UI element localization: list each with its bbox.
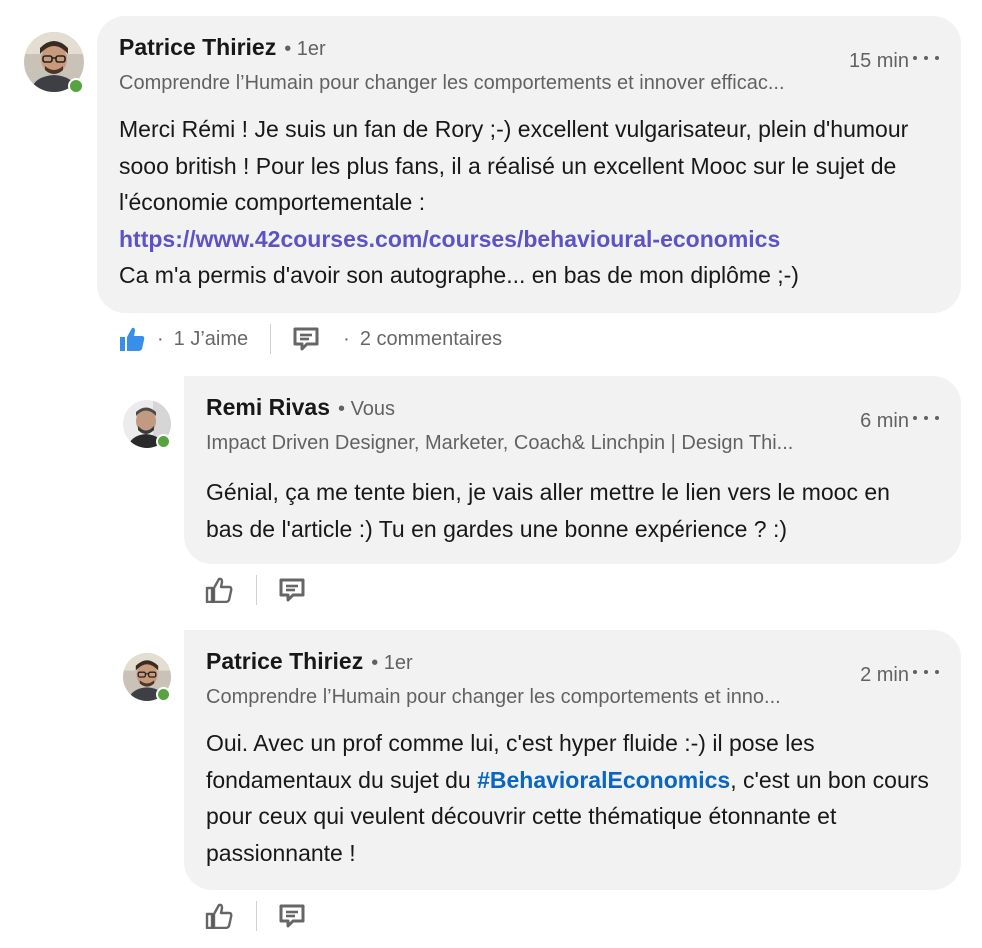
online-status-dot — [156, 434, 171, 449]
comment-text-outro: Ca m'a permis d'avoir son autographe... … — [119, 262, 799, 288]
more-options-icon[interactable] — [913, 408, 939, 428]
comment-icon[interactable] — [291, 324, 321, 354]
more-options-icon[interactable] — [913, 662, 939, 682]
comment-icon[interactable] — [277, 901, 307, 931]
comment-text: Génial, ça me tente bien, je vais aller … — [206, 479, 890, 542]
thumbs-up-filled-icon[interactable] — [117, 324, 147, 354]
comment-bubble: Remi Rivas • Vous Impact Driven Designer… — [184, 376, 961, 564]
divider — [256, 901, 257, 931]
online-status-dot — [68, 78, 84, 94]
author-line: Remi Rivas • Vous — [206, 394, 395, 421]
thumbs-up-outline-icon[interactable] — [204, 575, 234, 605]
comment-header: Remi Rivas • Vous Impact Driven Designer… — [206, 394, 939, 458]
comment-timestamp: 15 min — [848, 50, 909, 72]
comment-bubble: Patrice Thiriez • 1er Comprendre l’Humai… — [184, 630, 961, 890]
author-name[interactable]: Patrice Thiriez — [206, 648, 363, 675]
divider — [256, 575, 257, 605]
separator-dot: · — [343, 327, 350, 350]
comment-timestamp: 6 min — [860, 410, 909, 432]
thumbs-up-outline-icon[interactable] — [204, 901, 234, 931]
comment-count[interactable]: 2 commentaires — [360, 328, 502, 351]
course-link[interactable]: https://www.42courses.com/courses/behavi… — [119, 226, 780, 252]
separator-dot: · — [157, 327, 164, 350]
comment-actions — [204, 570, 307, 610]
connection-degree: • 1er — [284, 38, 326, 60]
comment-actions: · 1 J’aime · 2 commentaires — [117, 319, 502, 359]
author-headline: Comprendre l’Humain pour changer les com… — [119, 72, 785, 94]
comment-text-intro: Merci Rémi ! Je suis un fan de Rory ;-) … — [119, 116, 909, 215]
like-count[interactable]: 1 J’aime — [174, 328, 248, 351]
comment-icon[interactable] — [277, 575, 307, 605]
author-name[interactable]: Remi Rivas — [206, 394, 330, 421]
comment-text: Oui. Avec un prof comme lui, c'est hyper… — [206, 725, 931, 871]
comment-patrice-1: Patrice Thiriez • 1er Comprendre l’Humai… — [0, 0, 982, 360]
reply-patrice: Patrice Thiriez • 1er Comprendre l’Humai… — [0, 613, 982, 948]
divider — [270, 324, 272, 354]
comment-bubble: Patrice Thiriez • 1er Comprendre l’Humai… — [97, 16, 961, 313]
comment-header: Patrice Thiriez • 1er Comprendre l’Humai… — [119, 34, 939, 98]
more-options-icon[interactable] — [913, 48, 939, 68]
hashtag-link[interactable]: #BehavioralEconomics — [477, 767, 730, 793]
connection-degree: • Vous — [338, 398, 396, 420]
author-line: Patrice Thiriez • 1er — [206, 648, 413, 675]
comment-header: Patrice Thiriez • 1er Comprendre l’Humai… — [206, 648, 939, 712]
online-status-dot — [156, 687, 171, 702]
comment-actions — [204, 896, 307, 936]
comment-text: Merci Rémi ! Je suis un fan de Rory ;-) … — [119, 111, 931, 294]
reply-remi: Remi Rivas • Vous Impact Driven Designer… — [0, 360, 982, 620]
author-name[interactable]: Patrice Thiriez — [119, 34, 276, 61]
author-headline: Comprendre l’Humain pour changer les com… — [206, 686, 781, 708]
author-line: Patrice Thiriez • 1er — [119, 34, 326, 61]
comment-timestamp: 2 min — [860, 664, 909, 686]
author-headline: Impact Driven Designer, Marketer, Coach&… — [206, 432, 794, 454]
connection-degree: • 1er — [371, 652, 413, 674]
